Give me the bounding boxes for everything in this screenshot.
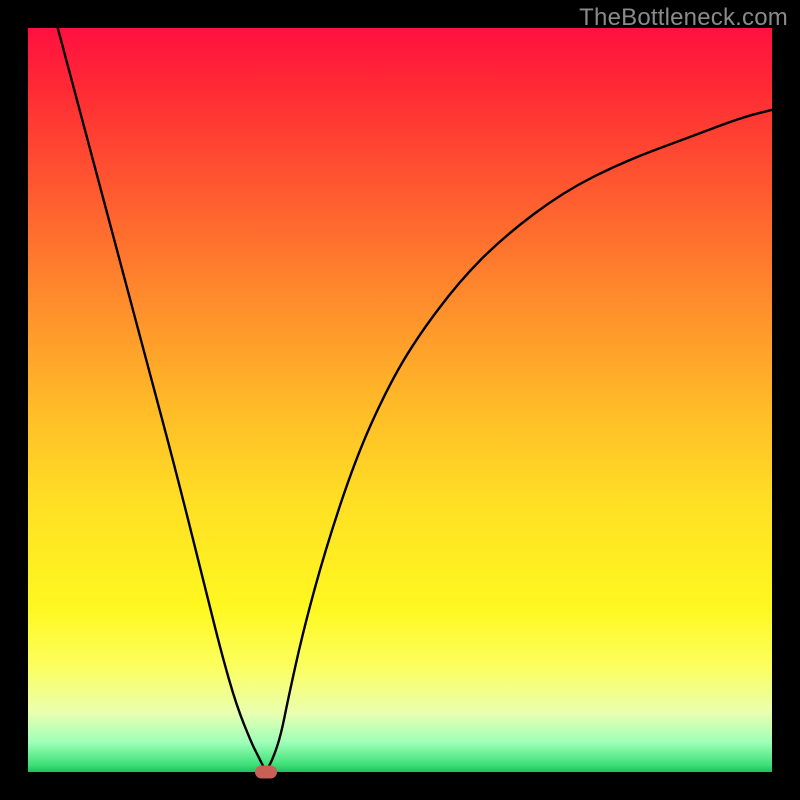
chart-plot-area — [28, 28, 772, 772]
chart-frame: TheBottleneck.com — [0, 0, 800, 800]
minimum-marker — [255, 766, 277, 779]
curve-svg — [28, 28, 772, 772]
bottleneck-curve-path — [28, 28, 772, 768]
